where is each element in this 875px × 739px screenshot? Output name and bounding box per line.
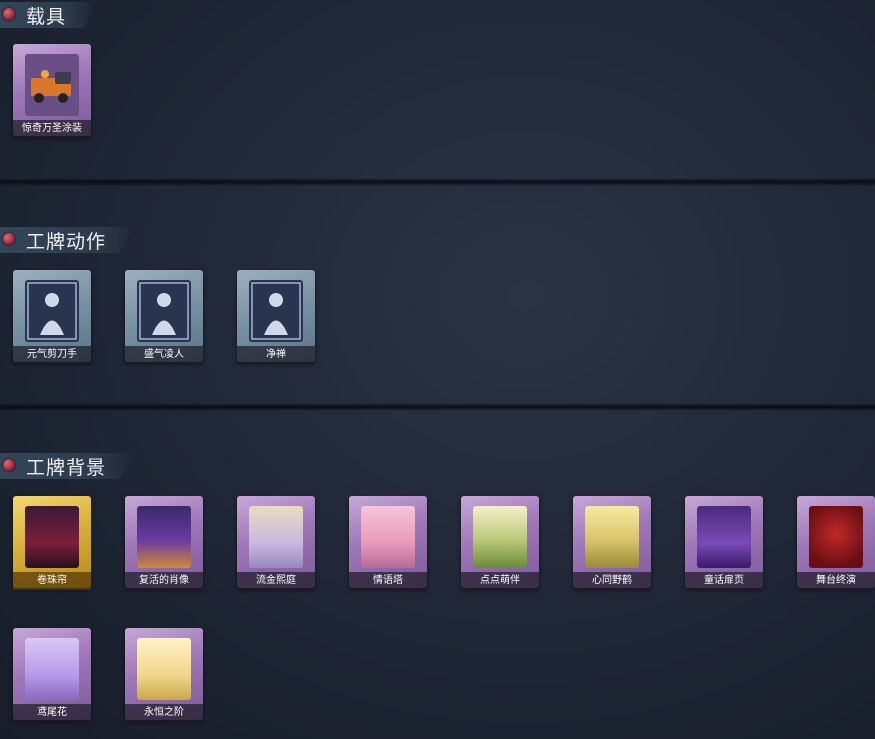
figure-silhouette-icon — [249, 280, 303, 342]
item-label: 元气剪刀手 — [13, 346, 91, 364]
item-card-badge-bg-1[interactable]: 卷珠帘 — [13, 496, 91, 594]
eternal-stairs-icon — [137, 638, 191, 700]
item-label: 舞台终演 — [797, 572, 875, 590]
section-title-badge-action: 工牌动作 — [26, 230, 107, 253]
gem-icon — [3, 8, 15, 20]
item-label: 卷珠帘 — [13, 572, 91, 590]
item-label: 永恒之阶 — [125, 704, 203, 722]
section-title-badge-bg: 工牌背景 — [26, 456, 107, 479]
item-label: 情语塔 — [349, 572, 427, 590]
item-card-badge-bg-9[interactable]: 鸢尾花 — [13, 628, 91, 726]
item-card-badge-bg-4[interactable]: 情语塔 — [349, 496, 427, 594]
item-card-vehicle-halloween[interactable]: 惊奇万圣涂装 — [13, 44, 91, 142]
item-label: 盛气凌人 — [125, 346, 203, 364]
item-card-badge-bg-8[interactable]: 舞台终演 — [797, 496, 875, 594]
item-label: 童话扉页 — [685, 572, 763, 590]
item-label: 净禅 — [237, 346, 315, 364]
item-card-badge-bg-5[interactable]: 点点萌伴 — [461, 496, 539, 594]
figure-silhouette-icon — [25, 280, 79, 342]
iris-flower-icon — [25, 638, 79, 700]
item-card-badge-bg-6[interactable]: 心同野鹤 — [573, 496, 651, 594]
section-divider — [0, 403, 875, 411]
curtain-portrait-icon — [25, 506, 79, 568]
gem-icon — [3, 233, 15, 245]
tower-icon — [361, 506, 415, 568]
figure-silhouette-icon — [137, 280, 191, 342]
portrait-icon — [137, 506, 191, 568]
item-label: 鸢尾花 — [13, 704, 91, 722]
item-label: 复活的肖像 — [125, 572, 203, 590]
section-ribbon: 载具 — [0, 2, 97, 28]
item-label: 惊奇万圣涂装 — [13, 120, 91, 138]
item-card-badge-bg-10[interactable]: 永恒之阶 — [125, 628, 203, 726]
item-card-badge-bg-3[interactable]: 流金熙庭 — [237, 496, 315, 594]
item-label: 点点萌伴 — [461, 572, 539, 590]
stage-curtain-icon — [809, 506, 863, 568]
item-card-badge-action-3[interactable]: 净禅 — [237, 270, 315, 368]
item-card-badge-bg-7[interactable]: 童话扉页 — [685, 496, 763, 594]
section-header-vehicle: 载具 — [0, 1, 97, 29]
section-divider — [0, 178, 875, 186]
item-card-badge-action-2[interactable]: 盛气凌人 — [125, 270, 203, 368]
gem-icon — [3, 459, 15, 471]
section-title-vehicle: 载具 — [26, 5, 67, 28]
item-card-badge-bg-2[interactable]: 复活的肖像 — [125, 496, 203, 594]
section-ribbon: 工牌背景 — [0, 453, 137, 479]
section-header-badge-bg: 工牌背景 — [0, 452, 137, 480]
book-page-icon — [697, 506, 751, 568]
item-card-badge-action-1[interactable]: 元气剪刀手 — [13, 270, 91, 368]
ornate-frame-icon — [249, 506, 303, 568]
section-ribbon: 工牌动作 — [0, 227, 137, 253]
crane-icon — [585, 506, 639, 568]
section-header-badge-action: 工牌动作 — [0, 226, 137, 254]
vehicle-truck-icon — [25, 54, 79, 116]
item-label: 流金熙庭 — [237, 572, 315, 590]
item-label: 心同野鹤 — [573, 572, 651, 590]
meadow-icon — [473, 506, 527, 568]
